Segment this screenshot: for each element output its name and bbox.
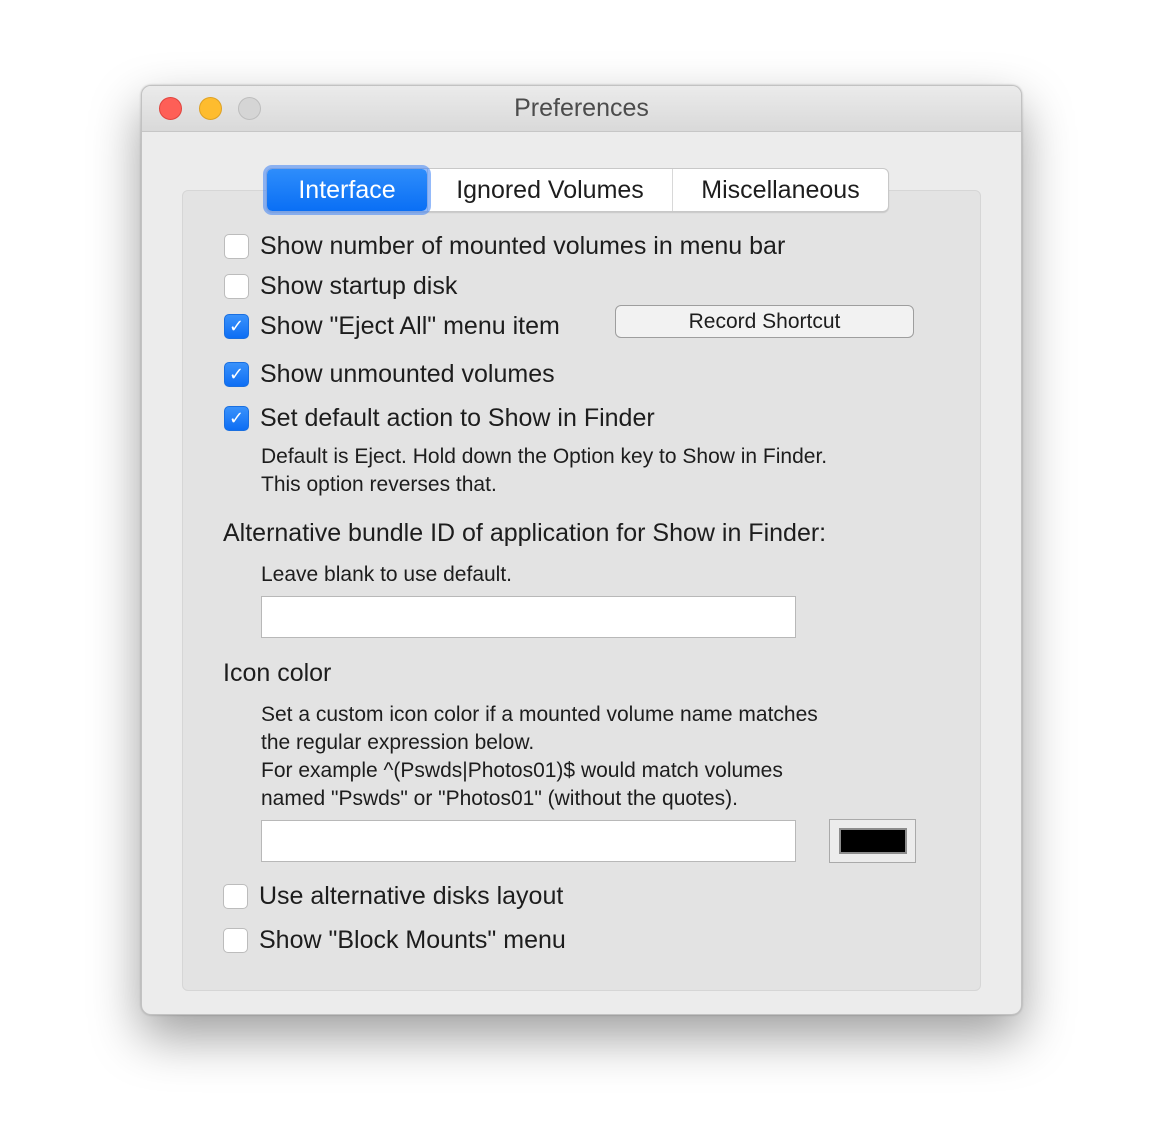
icon-color-help: Set a custom icon color if a mounted vol… <box>261 701 818 813</box>
title-bar[interactable]: Preferences <box>142 86 1021 132</box>
option-show-eject-all[interactable]: ✓ Show "Eject All" menu item <box>224 312 560 341</box>
bundle-heading: Alternative bundle ID of application for… <box>223 519 827 547</box>
checkmark-icon: ✓ <box>228 316 245 336</box>
alt-layout-label: Use alternative disks layout <box>259 882 564 910</box>
show-eject-all-label: Show "Eject All" menu item <box>260 312 560 340</box>
show-count-checkbox[interactable] <box>224 234 249 259</box>
help-line: For example ^(Pswds|Photos01)$ would mat… <box>261 759 783 782</box>
record-shortcut-button[interactable]: Record Shortcut <box>615 305 914 338</box>
icon-color-well[interactable] <box>829 819 916 863</box>
bundle-help: Leave blank to use default. <box>261 563 513 586</box>
tab-interface[interactable]: Interface <box>267 169 427 211</box>
show-unmounted-checkbox[interactable]: ✓ <box>224 362 249 387</box>
checkmark-icon: ✓ <box>228 408 245 428</box>
option-show-count[interactable]: Show number of mounted volumes in menu b… <box>224 232 785 261</box>
icon-regex-input[interactable] <box>261 820 796 862</box>
option-block-mounts[interactable]: Show "Block Mounts" menu <box>223 926 566 955</box>
checkmark-icon: ✓ <box>228 364 245 384</box>
tab-bar: Interface Ignored Volumes Miscellaneous <box>266 168 889 212</box>
alt-layout-checkbox[interactable] <box>223 884 248 909</box>
default-action-checkbox[interactable]: ✓ <box>224 406 249 431</box>
bundle-id-input[interactable] <box>261 596 796 638</box>
option-show-startup[interactable]: Show startup disk <box>224 272 457 301</box>
help-line: This option reverses that. <box>261 473 497 496</box>
default-action-label: Set default action to Show in Finder <box>260 404 655 432</box>
tab-ignored-volumes[interactable]: Ignored Volumes <box>427 169 672 211</box>
block-mounts-label: Show "Block Mounts" menu <box>259 926 566 954</box>
show-eject-all-checkbox[interactable]: ✓ <box>224 314 249 339</box>
default-action-help: Default is Eject. Hold down the Option k… <box>261 443 827 499</box>
show-startup-checkbox[interactable] <box>224 274 249 299</box>
option-alt-layout[interactable]: Use alternative disks layout <box>223 882 563 911</box>
color-swatch <box>838 828 907 854</box>
block-mounts-checkbox[interactable] <box>223 928 248 953</box>
help-line: Default is Eject. Hold down the Option k… <box>261 445 828 468</box>
option-default-action[interactable]: ✓ Set default action to Show in Finder <box>224 404 655 433</box>
preferences-window: Preferences Interface Ignored Volumes Mi… <box>141 85 1022 1015</box>
show-count-label: Show number of mounted volumes in menu b… <box>260 232 786 260</box>
option-show-unmounted[interactable]: ✓ Show unmounted volumes <box>224 360 555 389</box>
show-unmounted-label: Show unmounted volumes <box>260 360 555 388</box>
show-startup-label: Show startup disk <box>260 272 458 300</box>
icon-color-heading: Icon color <box>223 659 332 687</box>
window-title: Preferences <box>514 94 649 122</box>
help-line: the regular expression below. <box>261 731 535 754</box>
help-line: Set a custom icon color if a mounted vol… <box>261 703 818 726</box>
tab-miscellaneous[interactable]: Miscellaneous <box>672 169 888 211</box>
help-line: named "Pswds" or "Photos01" (without the… <box>261 787 738 810</box>
